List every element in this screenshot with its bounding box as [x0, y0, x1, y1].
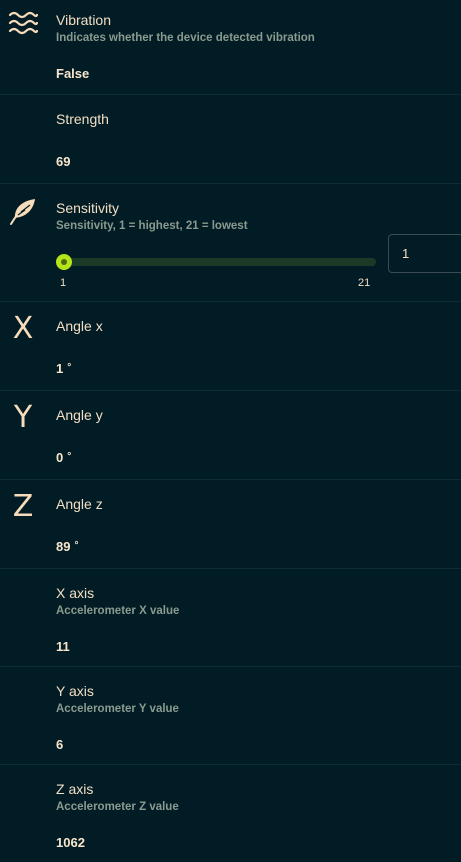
angle-y-title: Angle y: [56, 407, 103, 423]
vibration-title: Vibration: [56, 12, 112, 28]
x-axis-value: 11: [56, 639, 70, 654]
sensitivity-title: Sensitivity: [56, 200, 120, 216]
letter-x-icon: X: [12, 311, 34, 346]
angle-y-row: Y Angle y 0 °: [0, 391, 461, 480]
x-axis-row: X axis Accelerometer X value 11: [0, 569, 461, 667]
sensitivity-slider-thumb[interactable]: [56, 254, 72, 270]
strength-value: 69: [56, 154, 71, 169]
y-axis-value: 6: [56, 737, 64, 752]
sensitivity-subtitle: Sensitivity, 1 = highest, 21 = lowest: [56, 220, 248, 232]
letter-z-icon: Z: [12, 489, 34, 524]
waves-icon: [6, 6, 40, 40]
sensitivity-slider-min-label: 1: [60, 277, 67, 289]
y-axis-row: Y axis Accelerometer Y value 6: [0, 667, 461, 765]
x-axis-subtitle: Accelerometer X value: [56, 605, 180, 617]
strength-row: Strength 69: [0, 95, 461, 184]
angle-x-value: 1 °: [56, 361, 72, 376]
sensitivity-slider-track[interactable]: [58, 258, 376, 266]
angle-y-value: 0 °: [56, 450, 72, 465]
y-axis-title: Y axis: [56, 683, 94, 699]
sensitivity-row: Sensitivity Sensitivity, 1 = highest, 21…: [0, 184, 461, 302]
letter-y-icon: Y: [13, 400, 33, 435]
angle-x-row: X Angle x 1 °: [0, 302, 461, 391]
x-axis-title: X axis: [56, 585, 95, 601]
angle-x-title: Angle x: [56, 318, 103, 334]
y-axis-subtitle: Accelerometer Y value: [56, 703, 179, 715]
z-axis-row: Z axis Accelerometer Z value 1062: [0, 765, 461, 862]
sensitivity-slider-max-label: 21: [358, 277, 371, 289]
z-axis-subtitle: Accelerometer Z value: [56, 801, 179, 813]
z-axis-title: Z axis: [56, 781, 94, 797]
vibration-row: Vibration Indicates whether the device d…: [0, 0, 461, 95]
vibration-subtitle: Indicates whether the device detected vi…: [56, 32, 315, 44]
z-axis-value: 1062: [56, 835, 85, 850]
angle-z-row: Z Angle z 89 °: [0, 480, 461, 569]
vibration-value: False: [56, 66, 90, 81]
strength-title: Strength: [56, 111, 109, 127]
feather-icon: [6, 194, 40, 228]
sensitivity-number-input[interactable]: [388, 234, 461, 273]
angle-z-title: Angle z: [56, 496, 103, 512]
angle-z-value: 89 °: [56, 539, 79, 554]
